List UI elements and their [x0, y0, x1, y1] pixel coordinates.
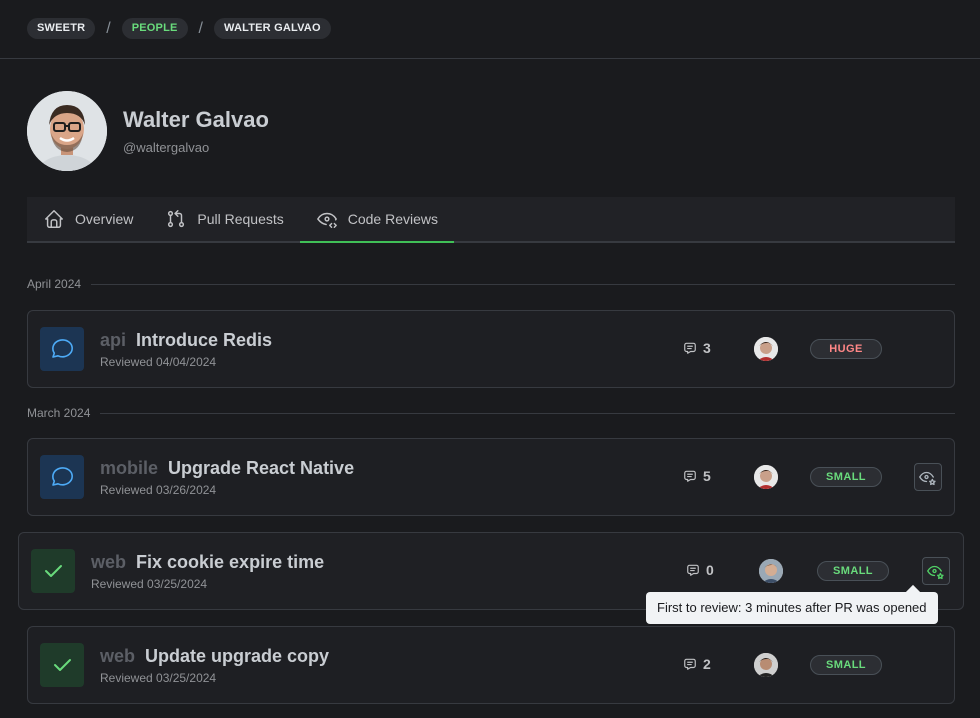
reviewed-date: Reviewed 04/04/2024: [100, 355, 217, 369]
first-review-badge[interactable]: [914, 463, 942, 491]
pr-size-badge: SMALL: [810, 467, 882, 487]
review-title-row: mobile Upgrade React Native: [100, 458, 354, 479]
breadcrumb-separator: /: [106, 19, 111, 37]
pr-size-badge: SMALL: [817, 561, 889, 581]
home-icon: [45, 210, 63, 228]
month-divider-april-2024: April 2024: [27, 277, 955, 291]
comment-count: 3: [683, 340, 711, 356]
tab-overview[interactable]: Overview: [27, 197, 149, 241]
pull-request-title[interactable]: Upgrade React Native: [168, 458, 354, 479]
review-title-row: api Introduce Redis: [100, 330, 272, 351]
first-review-badge[interactable]: [922, 557, 950, 585]
review-title-row: web Fix cookie expire time: [91, 552, 324, 573]
reviewed-date: Reviewed 03/26/2024: [100, 483, 217, 497]
repository-name: web: [91, 552, 127, 572]
status-commented: [40, 455, 84, 499]
eye-star-icon: [927, 565, 944, 580]
tab-pull-requests[interactable]: Pull Requests: [149, 197, 299, 241]
profile-avatar: [27, 91, 107, 171]
month-divider-line: [100, 412, 955, 414]
month-divider-line: [91, 283, 955, 285]
code-review-card[interactable]: web Update upgrade copy Reviewed 03/25/2…: [27, 626, 955, 704]
breadcrumb-sweetr[interactable]: SWEETR: [27, 18, 96, 39]
code-review-card[interactable]: api Introduce Redis Reviewed 04/04/2024 …: [27, 310, 955, 388]
pull-request-title[interactable]: Introduce Redis: [136, 330, 272, 351]
repository-name: api: [100, 330, 127, 350]
comment-icon: [687, 564, 699, 576]
tab-code-reviews[interactable]: Code Reviews: [299, 197, 455, 243]
tab-label: Overview: [75, 211, 134, 227]
breadcrumb-current-person: WALTER GALVAO: [214, 18, 331, 39]
reviewed-date: Reviewed 03/25/2024: [91, 577, 208, 591]
first-review-tooltip: First to review: 3 minutes after PR was …: [646, 592, 938, 624]
comment-count: 2: [683, 656, 711, 672]
author-avatar[interactable]: [754, 337, 778, 361]
eye-star-icon: [919, 471, 936, 486]
check-icon: [54, 659, 71, 671]
comment-count-value: 5: [703, 468, 711, 484]
git-pull-request-icon: [168, 210, 185, 228]
repository-name: mobile: [100, 458, 159, 478]
code-review-card[interactable]: mobile Upgrade React Native Reviewed 03/…: [27, 438, 955, 516]
author-avatar[interactable]: [759, 559, 783, 583]
message-circle-icon: [52, 339, 73, 358]
comment-icon: [684, 470, 696, 482]
pull-request-title[interactable]: Fix cookie expire time: [136, 552, 324, 573]
repository-name: web: [100, 646, 136, 666]
profile-tabs: Overview Pull Requests Code Reviews: [27, 197, 955, 243]
month-label: March 2024: [27, 406, 91, 420]
check-icon: [45, 565, 62, 577]
eye-code-icon: [316, 212, 337, 228]
comment-icon: [684, 342, 696, 354]
breadcrumb-separator: /: [198, 19, 203, 37]
profile-handle: @waltergalvao: [123, 140, 210, 155]
profile-name: Walter Galvao: [123, 107, 269, 132]
review-title-row: web Update upgrade copy: [100, 646, 329, 667]
status-commented: [40, 327, 84, 371]
breadcrumb-people[interactable]: PEOPLE: [121, 18, 188, 39]
month-divider-march-2024: March 2024: [27, 406, 955, 420]
tab-label: Pull Requests: [197, 211, 284, 227]
comment-count-value: 3: [703, 340, 711, 356]
message-circle-icon: [52, 467, 73, 486]
month-label: April 2024: [27, 277, 82, 291]
breadcrumb: SWEETR / PEOPLE / WALTER GALVAO: [27, 18, 331, 39]
comment-icon: [684, 658, 696, 670]
comment-count: 5: [683, 468, 711, 484]
status-approved: [40, 643, 84, 687]
pull-request-title[interactable]: Update upgrade copy: [145, 646, 329, 667]
pr-size-badge: HUGE: [810, 339, 882, 359]
pr-size-badge: SMALL: [810, 655, 882, 675]
comment-count: 0: [686, 562, 714, 578]
author-avatar[interactable]: [754, 653, 778, 677]
author-avatar[interactable]: [754, 465, 778, 489]
status-approved: [31, 549, 75, 593]
reviewed-date: Reviewed 03/25/2024: [100, 671, 217, 685]
comment-count-value: 2: [703, 656, 711, 672]
comment-count-value: 0: [706, 562, 714, 578]
header-divider: [0, 58, 980, 59]
tab-label: Code Reviews: [347, 211, 439, 227]
